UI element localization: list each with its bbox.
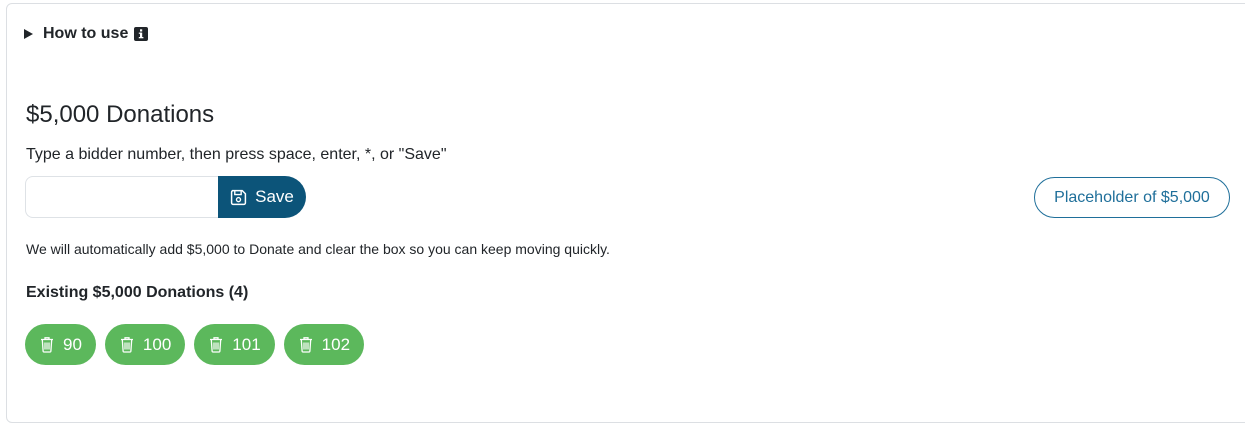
instructions-text: Type a bidder number, then press space, … — [26, 146, 447, 163]
how-to-use-toggle[interactable]: How to use — [24, 25, 149, 43]
trash-icon — [120, 337, 133, 353]
placeholder-donation-button[interactable]: Placeholder of $5,000 — [1034, 177, 1230, 218]
donation-chip[interactable]: 102 — [283, 324, 365, 365]
disclosure-triangle-icon — [24, 29, 33, 39]
auto-add-note: We will automatically add $5,000 to Dona… — [26, 241, 610, 257]
save-button-label: Save — [255, 187, 294, 206]
donation-chip[interactable]: 90 — [25, 324, 96, 365]
section-title: $5,000 Donations — [26, 101, 215, 128]
how-to-use-label: How to use — [43, 25, 129, 42]
bidder-entry-group: Save — [25, 176, 306, 218]
bidder-number-input[interactable] — [25, 176, 218, 218]
donation-chip-label: 90 — [63, 334, 82, 354]
trash-icon — [210, 337, 223, 353]
donation-chip-label: 102 — [321, 334, 351, 354]
donation-chip-label: 101 — [232, 334, 261, 354]
info-icon — [134, 27, 149, 41]
existing-donations-heading: Existing $5,000 Donations (4) — [26, 284, 249, 301]
placeholder-button-label: Placeholder of $5,000 — [1054, 188, 1210, 206]
donation-chip[interactable]: 100 — [104, 324, 186, 365]
save-icon — [230, 189, 247, 205]
existing-donations-list: 90 100 101 102 — [25, 324, 365, 365]
save-button[interactable]: Save — [218, 176, 306, 218]
trash-icon — [41, 337, 53, 353]
trash-icon — [299, 337, 312, 353]
donation-chip[interactable]: 101 — [194, 324, 275, 365]
donation-chip-label: 100 — [142, 334, 172, 354]
